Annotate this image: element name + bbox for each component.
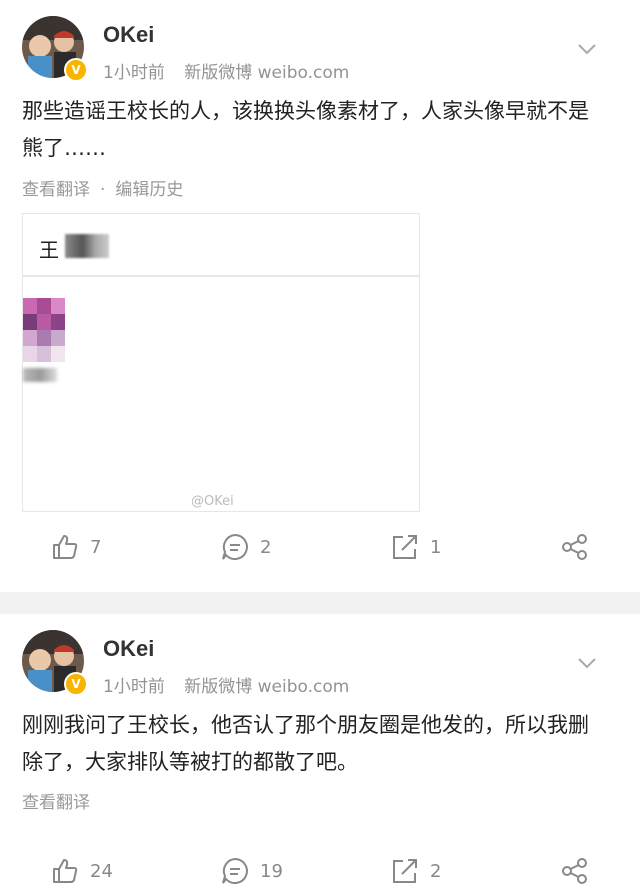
chevron-down-icon[interactable]: [576, 652, 598, 674]
comment-count: 2: [260, 536, 272, 558]
embedded-screenshot[interactable]: 王 @OKei: [22, 213, 420, 512]
like-button[interactable]: 24: [50, 856, 113, 886]
comment-button[interactable]: 19: [220, 856, 283, 886]
verified-icon: V: [64, 58, 88, 82]
post-links: 查看翻译: [22, 788, 90, 813]
comment-icon: [222, 857, 248, 884]
repost-button[interactable]: 1: [390, 532, 441, 562]
post-links: 查看翻译 · 编辑历史: [22, 175, 183, 200]
like-count: 24: [90, 860, 113, 882]
edit-history-link[interactable]: 编辑历史: [115, 180, 183, 200]
watermark: @OKei: [191, 494, 234, 509]
repost-icon: [393, 535, 417, 559]
post-separator: [0, 592, 640, 614]
translate-link[interactable]: 查看翻译: [22, 180, 90, 200]
post-source: 新版微博 weibo.com: [184, 677, 350, 697]
post-time: 1小时前: [103, 63, 165, 83]
share-icon: [562, 534, 587, 560]
share-button[interactable]: [560, 856, 600, 886]
share-button[interactable]: [560, 532, 600, 562]
repost-button[interactable]: 2: [390, 856, 441, 886]
blurred-name: [65, 234, 109, 258]
post-text: 那些造谣王校长的人，该换换头像素材了，人家头像早就不是 熊了……: [22, 93, 622, 167]
post-text-line: 那些造谣王校长的人，该换换头像素材了，人家头像早就不是: [22, 99, 589, 123]
post-text-line: 除了，大家排队等被打的都散了吧。: [22, 750, 358, 774]
like-count: 7: [90, 536, 102, 558]
username[interactable]: OKei: [103, 636, 154, 662]
comment-count: 19: [260, 860, 283, 882]
post-text: 刚刚我问了王校长，他否认了那个朋友圈是他发的，所以我删 除了，大家排队等被打的都…: [22, 707, 622, 781]
repost-count: 1: [430, 536, 442, 558]
post-text-line: 熊了……: [22, 136, 106, 160]
verified-icon: V: [64, 672, 88, 696]
share-icon: [562, 858, 587, 884]
repost-count: 2: [430, 860, 442, 882]
blurred-text: [23, 368, 57, 382]
translate-link[interactable]: 查看翻译: [22, 793, 90, 813]
post-time: 1小时前: [103, 677, 165, 697]
username[interactable]: OKei: [103, 22, 154, 48]
comment-button[interactable]: 2: [220, 532, 271, 562]
chevron-down-icon[interactable]: [576, 38, 598, 60]
post-meta: 1小时前 新版微博 weibo.com: [103, 58, 349, 83]
action-bar: 7 2 1: [0, 532, 640, 572]
like-icon: [53, 859, 78, 883]
post-meta: 1小时前 新版微博 weibo.com: [103, 672, 349, 697]
embed-header: 王: [23, 214, 419, 277]
mosaic-avatar: [23, 298, 65, 362]
embed-name: 王: [39, 238, 59, 262]
separator: ·: [100, 180, 106, 200]
repost-icon: [393, 859, 417, 883]
weibo-post-1: V OKei 1小时前 新版微博 weibo.com 那些造谣王校长的人，该换换…: [0, 0, 640, 592]
like-icon: [53, 535, 78, 559]
action-bar: 24 19 2: [0, 856, 640, 896]
weibo-post-2: V OKei 1小时前 新版微博 weibo.com 刚刚我问了王校长，他否认了…: [0, 614, 640, 892]
comment-icon: [222, 533, 248, 560]
post-text-line: 刚刚我问了王校长，他否认了那个朋友圈是他发的，所以我删: [22, 713, 589, 737]
like-button[interactable]: 7: [50, 532, 101, 562]
post-source: 新版微博 weibo.com: [184, 63, 350, 83]
